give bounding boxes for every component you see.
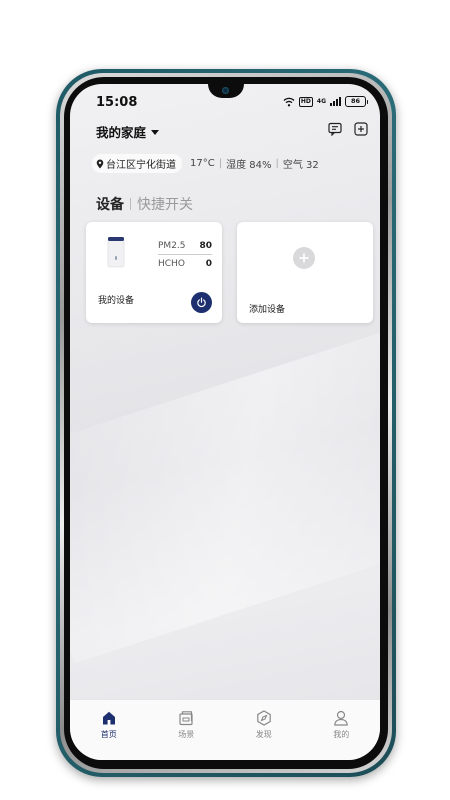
reading-label: PM2.5 [158, 240, 186, 251]
camera-icon [222, 87, 229, 94]
discover-icon [256, 710, 271, 726]
power-icon [197, 297, 206, 308]
scene-icon [179, 711, 193, 726]
nav-label: 发现 [255, 730, 272, 739]
device-card[interactable]: PM2.5 80 HCHO 0 我的设备 [86, 222, 222, 323]
nav-scene[interactable]: 场景 [148, 700, 226, 760]
battery-icon: 86 [345, 96, 368, 107]
reading-pm25: PM2.5 80 [158, 238, 212, 253]
message-icon[interactable] [328, 122, 342, 136]
tab-shortcuts[interactable]: 快捷开关 [137, 194, 193, 214]
reading-label: HCHO [158, 258, 185, 269]
home-name: 我的家庭 [96, 125, 147, 140]
bottom-nav: 首页 场景 发现 我的 [70, 699, 380, 760]
wifi-icon [283, 97, 295, 106]
add-device-label: 添加设备 [249, 305, 286, 315]
home-icon [102, 711, 115, 725]
air-purifier-image [107, 237, 125, 268]
plus-icon[interactable] [293, 247, 315, 269]
tab-bar: 设备 快捷开关 [96, 194, 193, 214]
app-screen: 15:08 HD 4G 86 我的家庭 台江区宁化街道 17°C | 湿度 84… [70, 84, 380, 760]
device-name: 我的设备 [98, 296, 135, 306]
nav-discover[interactable]: 发现 [225, 700, 303, 760]
hd-badge: HD [298, 96, 313, 107]
separator: | [218, 158, 223, 169]
plus-glyph [299, 253, 309, 263]
signal-icon [330, 97, 341, 106]
power-button[interactable] [191, 292, 212, 313]
add-icon[interactable] [354, 122, 368, 136]
status-icons: HD 4G 86 [283, 96, 368, 107]
location-pin-icon [96, 159, 104, 168]
network-label: 4G [316, 98, 326, 105]
nav-label: 首页 [100, 730, 117, 739]
readings: PM2.5 80 HCHO 0 [158, 238, 212, 271]
nav-label: 我的 [333, 730, 350, 739]
home-selector[interactable]: 我的家庭 [96, 122, 160, 141]
tab-devices[interactable]: 设备 [96, 194, 124, 214]
weather-row: 台江区宁化街道 17°C | 湿度 84% | 空气 32 [92, 154, 319, 173]
location-text: 台江区宁化街道 [106, 160, 176, 171]
nav-profile[interactable]: 我的 [303, 700, 381, 760]
caret-down-icon [151, 129, 160, 135]
profile-icon [334, 710, 349, 726]
reading-value: 80 [199, 240, 212, 251]
nav-label: 场景 [178, 730, 195, 739]
location-pill[interactable]: 台江区宁化街道 [92, 154, 182, 173]
nav-home[interactable]: 首页 [70, 700, 148, 760]
reading-hcho: HCHO 0 [158, 256, 212, 271]
tab-divider [130, 198, 131, 210]
status-time: 15:08 [96, 95, 138, 110]
air-quality: 空气 32 [282, 160, 319, 171]
reading-value: 0 [205, 258, 212, 269]
temperature: 17°C [190, 158, 215, 169]
separator: | [275, 158, 279, 169]
add-device-card[interactable]: 添加设备 [237, 222, 373, 323]
humidity: 湿度 84% [226, 160, 272, 171]
divider [158, 254, 212, 255]
